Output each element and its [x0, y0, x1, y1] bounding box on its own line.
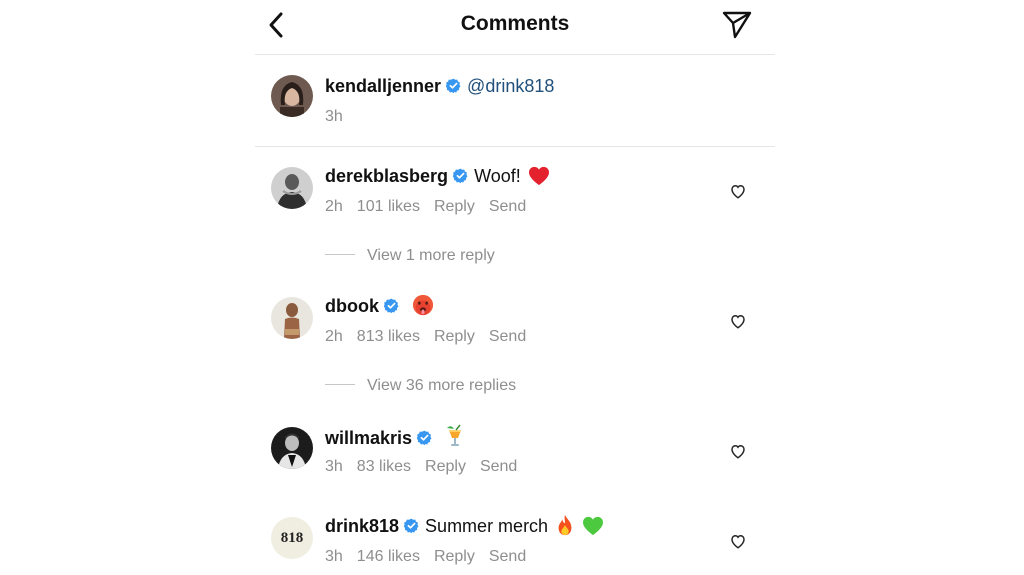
- likes-count[interactable]: 101 likes: [357, 198, 420, 215]
- view-replies: View 1 more reply: [325, 247, 495, 265]
- reply-line: [325, 254, 355, 255]
- caption-line: kendalljenner @drink818: [325, 74, 554, 98]
- timestamp: 3h: [325, 548, 343, 565]
- username[interactable]: derekblasberg: [325, 166, 448, 186]
- comment-meta: 3h 83 likes Reply Send: [325, 458, 531, 476]
- send-button[interactable]: Send: [480, 458, 517, 475]
- like-heart-icon[interactable]: [729, 182, 747, 200]
- avatar[interactable]: [271, 427, 313, 469]
- reply-line: [325, 384, 355, 385]
- paper-plane-icon: [722, 11, 752, 39]
- send-button[interactable]: Send: [489, 548, 526, 565]
- timestamp: 3h: [325, 108, 343, 125]
- send-button[interactable]: Send: [489, 198, 526, 215]
- green-heart-icon: [583, 516, 604, 536]
- mention-link[interactable]: @drink818: [467, 76, 554, 96]
- username[interactable]: dbook: [325, 296, 379, 316]
- page-title: Comments: [460, 12, 570, 35]
- header-bar: Comments: [255, 0, 775, 55]
- comment-meta: 3h 146 likes Reply Send: [325, 548, 540, 566]
- verified-badge-icon: [446, 78, 461, 93]
- send-button[interactable]: Send: [489, 328, 526, 345]
- hot-face-icon: [412, 294, 434, 316]
- post-caption: kendalljenner @drink818 3h: [255, 72, 775, 144]
- avatar[interactable]: [271, 297, 313, 339]
- comment-line: derekblasberg Woof!: [325, 164, 550, 188]
- comment-line: dbook: [325, 294, 434, 318]
- verified-badge-icon: [453, 168, 468, 183]
- avatar-logo-text: 818: [280, 529, 304, 546]
- like-heart-icon[interactable]: [729, 532, 747, 550]
- fire-icon: [558, 514, 572, 536]
- timestamp: 2h: [325, 198, 343, 215]
- comment-line: drink818 Summer merch: [325, 514, 604, 538]
- likes-count[interactable]: 146 likes: [357, 548, 420, 565]
- avatar[interactable]: 818: [271, 517, 313, 559]
- comment-row: dbook 2h 813 likes Reply Send View 36 more …: [255, 294, 775, 404]
- avatar[interactable]: [271, 75, 313, 117]
- tropical-drink-icon: [447, 424, 462, 446]
- verified-badge-icon: [384, 298, 399, 313]
- comments-panel: Comments kendalljenner @drink818 3h dere…: [255, 0, 775, 575]
- username[interactable]: willmakris: [325, 428, 412, 448]
- divider: [255, 146, 775, 147]
- reply-button[interactable]: Reply: [434, 548, 475, 565]
- reply-button[interactable]: Reply: [425, 458, 466, 475]
- share-button[interactable]: [721, 10, 753, 40]
- comment-text: Woof!: [474, 166, 521, 186]
- reply-button[interactable]: Reply: [434, 328, 475, 345]
- verified-badge-icon: [417, 430, 432, 445]
- like-heart-icon[interactable]: [729, 312, 747, 330]
- comment-meta: 2h 813 likes Reply Send: [325, 328, 540, 346]
- view-replies: View 36 more replies: [325, 377, 516, 395]
- verified-badge-icon: [404, 518, 419, 533]
- comment-meta: 2h 101 likes Reply Send: [325, 198, 540, 216]
- view-replies-button[interactable]: View 36 more replies: [367, 377, 516, 394]
- likes-count[interactable]: 83 likes: [357, 458, 411, 475]
- avatar[interactable]: [271, 167, 313, 209]
- like-heart-icon[interactable]: [729, 442, 747, 460]
- username[interactable]: drink818: [325, 516, 399, 536]
- caption-meta: 3h: [325, 108, 357, 126]
- timestamp: 2h: [325, 328, 343, 345]
- comment-row: 818 drink818 Summer merch 3h 146 likes Repl…: [255, 514, 775, 575]
- likes-count[interactable]: 813 likes: [357, 328, 420, 345]
- comment-text: Summer merch: [425, 516, 549, 536]
- comment-row: derekblasberg Woof! 2h 101 likes Reply Send …: [255, 164, 775, 274]
- reply-button[interactable]: Reply: [434, 198, 475, 215]
- comment-row: willmakris 3h 83 likes Reply Send: [255, 424, 775, 494]
- red-heart-icon: [528, 166, 549, 186]
- timestamp: 3h: [325, 458, 343, 475]
- username[interactable]: kendalljenner: [325, 76, 441, 96]
- comment-line: willmakris: [325, 424, 465, 450]
- view-replies-button[interactable]: View 1 more reply: [367, 247, 495, 264]
